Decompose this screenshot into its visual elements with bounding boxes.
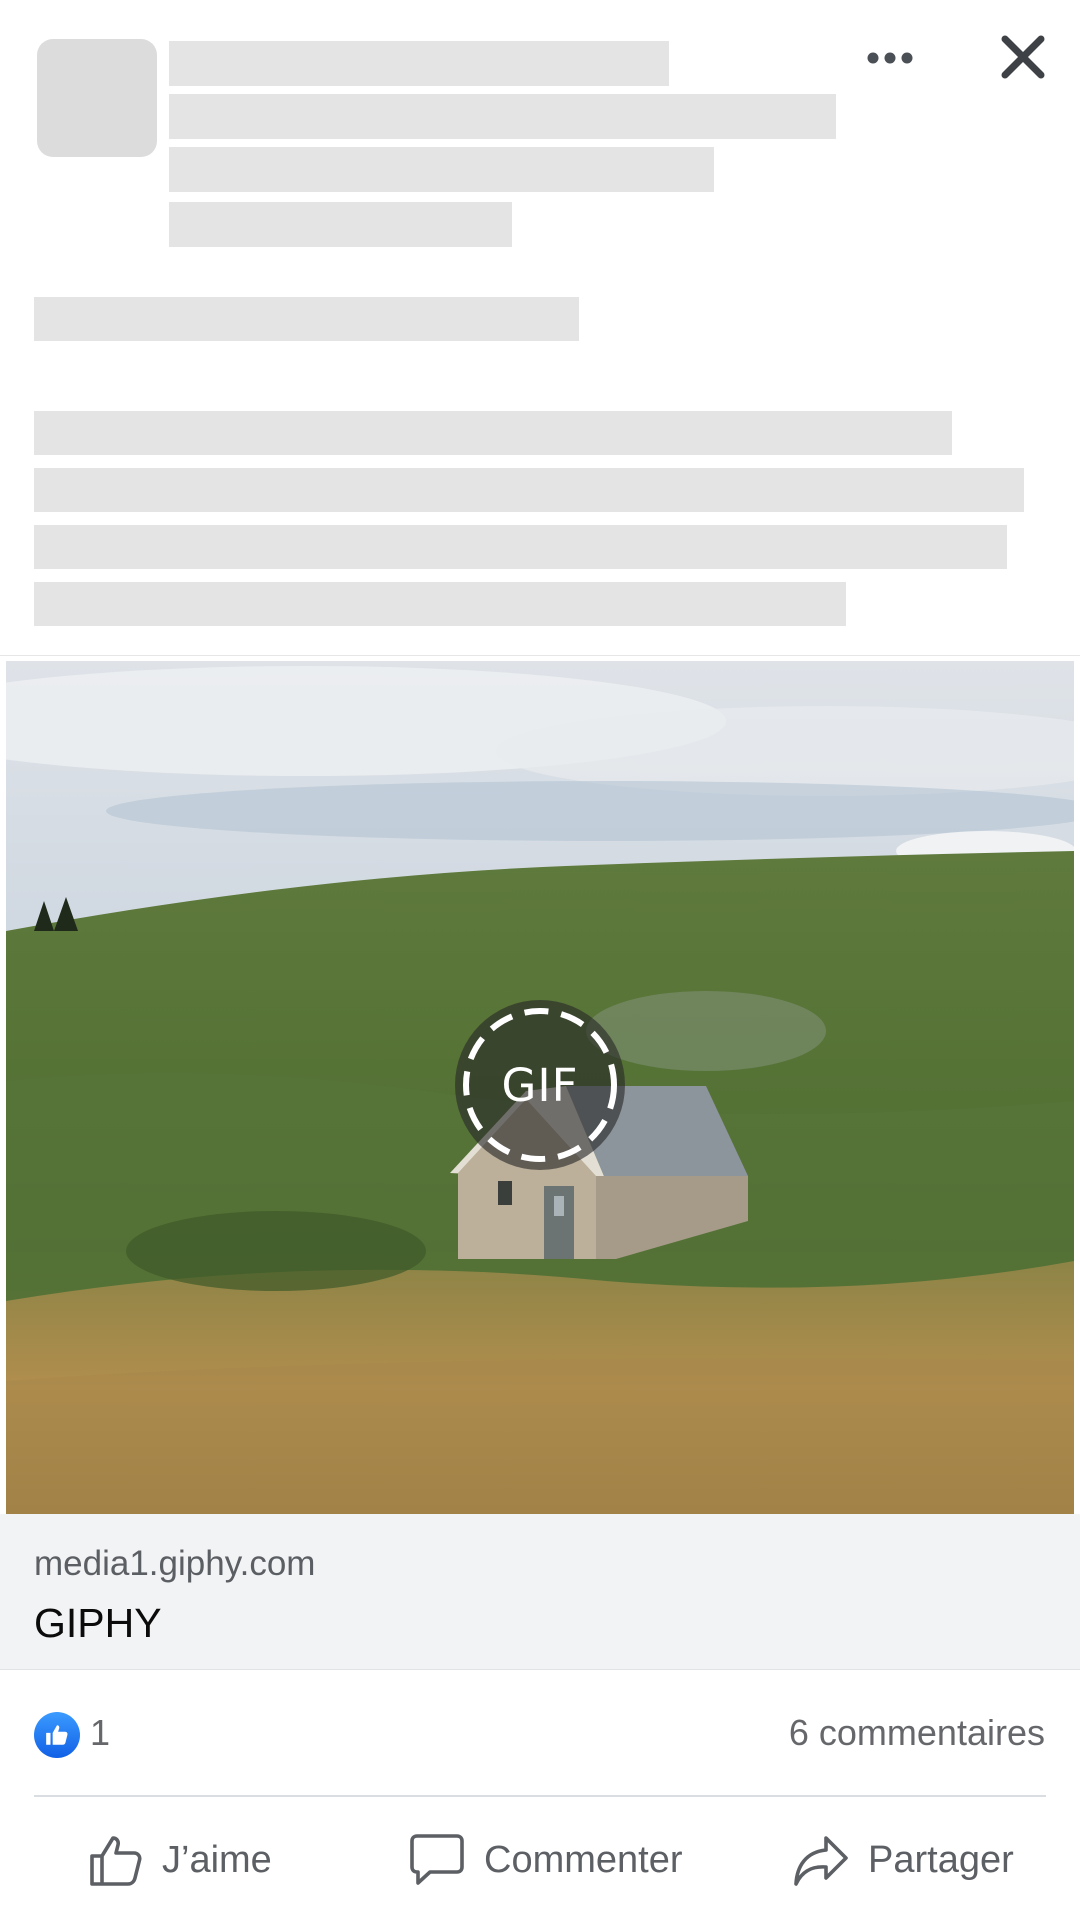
like-reaction-badge[interactable] <box>34 1712 80 1758</box>
comments-count[interactable]: 6 commentaires <box>789 1712 1045 1754</box>
author-name-placeholder <box>169 41 669 86</box>
post-text-placeholder <box>34 297 579 341</box>
like-count[interactable]: 1 <box>90 1712 110 1754</box>
meta-line-placeholder <box>169 202 512 247</box>
share-button[interactable]: Partager <box>792 1808 1014 1912</box>
action-bar: J’aime Commenter Partager <box>0 1808 1080 1912</box>
reactions-summary: 1 6 commentaires <box>0 1700 1080 1766</box>
author-avatar-placeholder <box>37 39 157 157</box>
gif-label: GIF <box>501 1058 579 1112</box>
more-options-button[interactable] <box>858 30 922 86</box>
share-button-label: Partager <box>868 1838 1014 1881</box>
post-text-placeholder <box>34 525 1007 569</box>
post-text-placeholder <box>34 468 1024 512</box>
close-icon <box>1001 35 1045 79</box>
section-divider <box>0 655 1080 656</box>
share-arrow-icon <box>794 1836 848 1886</box>
link-preview-card[interactable]: media1.giphy.com GIPHY <box>0 1514 1080 1670</box>
meta-line-placeholder <box>169 94 836 139</box>
post-text-placeholder <box>34 582 846 626</box>
gif-play-button[interactable]: GIF <box>455 1000 625 1170</box>
comment-button-label: Commenter <box>484 1838 683 1881</box>
link-domain: media1.giphy.com <box>34 1544 316 1583</box>
close-button[interactable] <box>990 28 1056 86</box>
comment-button[interactable]: Commenter <box>408 1808 683 1912</box>
thumbs-up-outline-icon <box>90 1836 142 1886</box>
post-text-placeholder <box>34 411 952 455</box>
comment-bubble-icon <box>410 1834 464 1885</box>
more-horizontal-icon <box>867 52 913 64</box>
thumbs-up-icon <box>46 1725 68 1745</box>
like-button[interactable]: J’aime <box>88 1808 272 1912</box>
actions-divider <box>34 1795 1046 1797</box>
link-title: GIPHY <box>34 1600 162 1646</box>
like-button-label: J’aime <box>162 1838 272 1881</box>
meta-line-placeholder <box>169 147 714 192</box>
